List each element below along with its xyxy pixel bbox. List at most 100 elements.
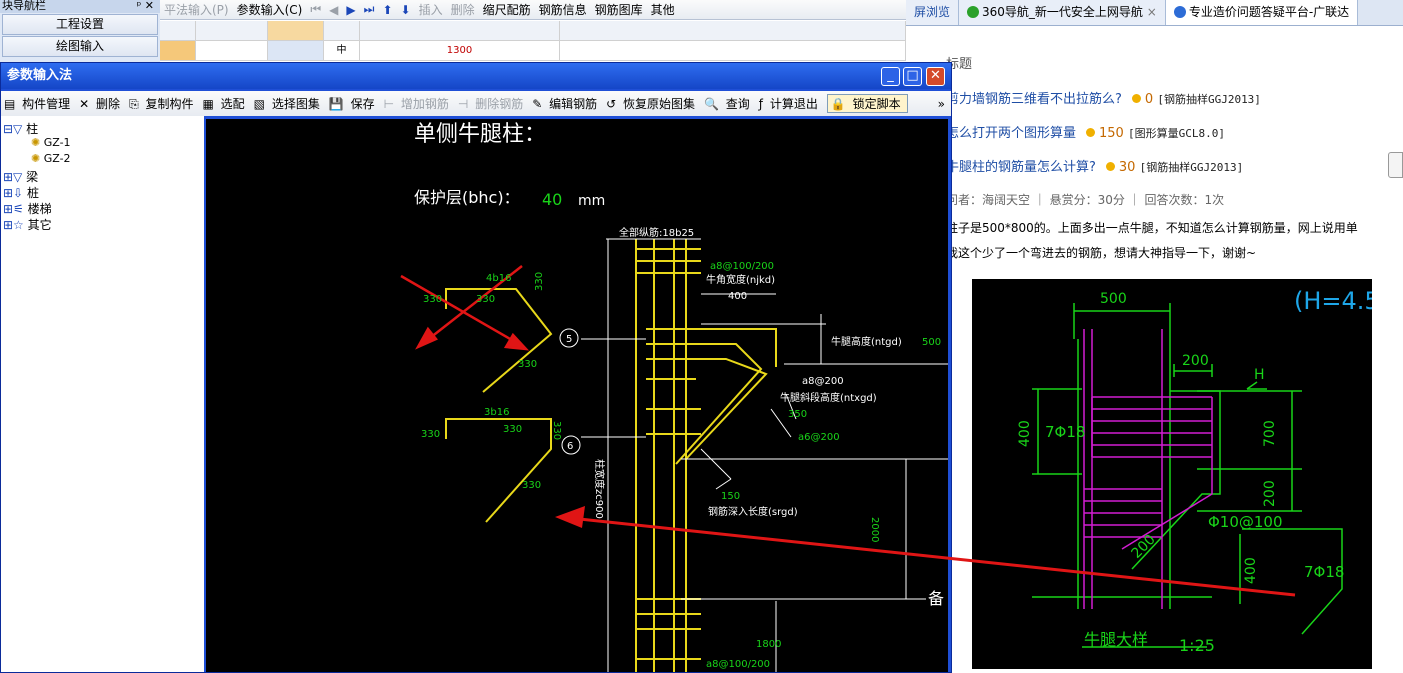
lock-script-button[interactable]: 🔒 锁定脚本 bbox=[826, 94, 908, 113]
navigation-panel: 块导航栏 ᵖ ✕ 工程设置 绘图输入 bbox=[0, 0, 160, 62]
nav-header: 块导航栏 ᵖ ✕ bbox=[0, 0, 160, 13]
calc-exit-button[interactable]: ƒ 计算退出 bbox=[759, 95, 821, 112]
dim-400: 400 bbox=[728, 291, 747, 302]
select-atlas-button[interactable]: ▧ 选择图集 bbox=[254, 95, 323, 112]
edit-rebar-button[interactable]: ✎ 编辑钢筋 bbox=[532, 95, 600, 112]
tab-screen-browse[interactable]: 屏浏览 bbox=[906, 0, 960, 25]
maximize-button[interactable]: □ bbox=[903, 67, 922, 86]
copy-component-button[interactable]: ⎘ 复制构件 bbox=[129, 95, 196, 112]
tab-glodon-qa[interactable]: 专业造价问题答疑平台-广联达 bbox=[1165, 0, 1359, 25]
anchor-value[interactable]: 150 bbox=[721, 491, 740, 502]
close-button[interactable]: ✕ bbox=[926, 67, 945, 86]
dim-400-right: 400 bbox=[1243, 557, 1259, 584]
slope-height-label: 牛腿斜段高度(ntxgd) bbox=[780, 391, 877, 404]
coin-icon bbox=[1105, 162, 1115, 171]
bar-7phi18-right: 7Φ18 bbox=[1304, 563, 1344, 581]
param-input-dialog: 参数输入法 _ □ ✕ ▤ 构件管理 ✕ 删除 ⎘ 复制构件 ▦ 选配 ▧ 选择… bbox=[0, 62, 952, 673]
nav-title: 块导航栏 bbox=[2, 0, 46, 12]
stirrup-label-1: a8@100/200 bbox=[710, 261, 774, 272]
bar6-dim-c: 330 bbox=[551, 421, 562, 440]
corbel-detail-image: 500 200 400 7Φ18 700 200 Φ10@100 200 400… bbox=[972, 279, 1372, 669]
drawing-input-button[interactable]: 绘图输入 bbox=[2, 36, 158, 57]
dim-1800: 1800 bbox=[756, 639, 781, 650]
grid-header-row bbox=[160, 21, 906, 41]
minimize-button[interactable]: _ bbox=[881, 67, 900, 86]
dialog-titlebar: 参数输入法 bbox=[1, 63, 951, 89]
tab-360-nav[interactable]: 360导航_新一代安全上网导航 × bbox=[959, 0, 1166, 25]
list-item[interactable]: 牛腿柱的钢筋量怎么计算? 30 [钢筋抽样GGJ2013] bbox=[946, 156, 1243, 175]
list-item[interactable]: 怎么打开两个图形算量 150 [图形算量GCL8.0] bbox=[946, 122, 1225, 141]
query-button[interactable]: 🔍 查询 bbox=[704, 95, 753, 112]
nav-first-icon[interactable]: ⏮ bbox=[310, 2, 321, 17]
question-meta: 问者：海阔天空 ｜ 悬赏分：30分 ｜ 回答次数：1次 bbox=[946, 193, 1225, 207]
browser-tabbar: 屏浏览 360导航_新一代安全上网导航 × 专业造价问题答疑平台-广联达 bbox=[906, 0, 1403, 26]
delete-rebar-button[interactable]: ⊣ 删除钢筋 bbox=[458, 95, 526, 112]
rebar-grid: 中 1300 bbox=[160, 21, 906, 62]
drawing-canvas: 单侧牛腿柱： 保护层(bhc)： 40 mm 全部纵筋:18b25 a8@100… bbox=[206, 119, 948, 672]
grid-cell[interactable]: 中 bbox=[324, 41, 360, 60]
move-up-icon[interactable]: ⬆ bbox=[382, 3, 392, 17]
dim-200-diag: 200 bbox=[1129, 532, 1159, 562]
component-manage-button[interactable]: ▤ 构件管理 bbox=[4, 95, 73, 112]
tree-item-pile[interactable]: ⊞⇩ 桩 bbox=[3, 184, 39, 201]
tree-item-gz2[interactable]: ✺ GZ-2 bbox=[31, 152, 71, 165]
question-desc-line2: 我这个少了一个弯进去的钢筋，想请大神指导一下，谢谢~ bbox=[946, 246, 1257, 260]
rebar-library-button[interactable]: 钢筋图库 bbox=[595, 1, 643, 18]
nav-last-icon[interactable]: ⏭ bbox=[364, 2, 375, 17]
insert-button[interactable]: 插入 bbox=[419, 1, 443, 18]
restore-atlas-button[interactable]: ↺ 恢复原始图集 bbox=[606, 95, 698, 112]
dim-200-right: 200 bbox=[1262, 480, 1278, 507]
scale-rebar-button[interactable]: 缩尺配筋 bbox=[483, 1, 531, 18]
detail-caption: 牛腿大样 bbox=[1084, 630, 1148, 649]
h-mark: H bbox=[1254, 367, 1265, 383]
select-config-button[interactable]: ▦ 选配 bbox=[203, 95, 248, 112]
note-mark: 备 bbox=[928, 589, 944, 608]
param-input-button[interactable]: 参数输入(C) bbox=[237, 1, 303, 18]
delete-button[interactable]: ✕ 删除 bbox=[79, 95, 123, 112]
close-icon[interactable]: × bbox=[1147, 5, 1157, 19]
tree-item-column[interactable]: ⊟▽ 柱 bbox=[3, 120, 38, 137]
bar6-dim-b: 330 bbox=[503, 424, 522, 435]
dim-700: 700 bbox=[1262, 420, 1278, 447]
side-button[interactable] bbox=[1388, 152, 1403, 178]
tree-item-other[interactable]: ⊞☆ 其它 bbox=[3, 216, 52, 233]
other-menu-button[interactable]: 其他 bbox=[651, 1, 675, 18]
dim-400-left: 400 bbox=[1017, 420, 1033, 447]
nav-pin-close[interactable]: ᵖ ✕ bbox=[137, 0, 154, 13]
flat-input-button[interactable]: 平法输入(P) bbox=[164, 1, 229, 18]
bar6-dim-a: 330 bbox=[421, 429, 440, 440]
question-desc-line1: 柱子是500*800的。上面多出一点牛腿，不知道怎么计算钢筋量，网上说用单 bbox=[946, 221, 1358, 235]
grid-cell[interactable]: 1300 bbox=[360, 41, 560, 60]
move-down-icon[interactable]: ⬇ bbox=[401, 3, 411, 17]
stirrup-label-2: a8@200 bbox=[802, 376, 844, 387]
rebar-info-button[interactable]: 钢筋信息 bbox=[539, 1, 587, 18]
save-button[interactable]: 💾 保存 bbox=[329, 95, 378, 112]
drawing-title: 单侧牛腿柱： bbox=[414, 122, 546, 147]
tree-item-gz1[interactable]: ✺ GZ-1 bbox=[31, 136, 71, 149]
corbel-height-value[interactable]: 500 bbox=[922, 337, 941, 348]
table-row[interactable]: 中 1300 bbox=[160, 41, 906, 61]
site-icon bbox=[1173, 6, 1186, 18]
cover-value[interactable]: 40 bbox=[542, 190, 562, 209]
dim-500: 500 bbox=[1100, 291, 1127, 307]
project-settings-button[interactable]: 工程设置 bbox=[2, 14, 158, 35]
tree-item-beam[interactable]: ⊞▽ 梁 bbox=[3, 168, 38, 185]
bar5-dim-b: 330 bbox=[476, 294, 495, 305]
globe-icon bbox=[967, 6, 980, 18]
nav-next-icon[interactable]: ▶ bbox=[346, 3, 355, 17]
cover-unit: mm bbox=[578, 193, 605, 209]
add-rebar-button[interactable]: ⊢ 增加钢筋 bbox=[384, 95, 452, 112]
list-item[interactable]: 剪力墙钢筋三维看不出拉筋么? 0 [钢筋抽样GGJ2013] bbox=[946, 88, 1261, 107]
delete-button[interactable]: 删除 bbox=[451, 1, 475, 18]
bar5-dim-c: 330 bbox=[534, 272, 545, 291]
bar6-label: 3b16 bbox=[484, 407, 509, 418]
bar6-number: 6 bbox=[567, 441, 573, 452]
bar5-dim-d: 330 bbox=[518, 359, 537, 370]
bar5-number: 5 bbox=[566, 334, 572, 345]
dialog-title: 参数输入法 bbox=[7, 68, 73, 83]
tree-item-stair[interactable]: ⊞⚟ 楼梯 bbox=[3, 200, 52, 217]
nav-prev-icon[interactable]: ◀ bbox=[329, 3, 338, 17]
toolbar-more-button[interactable]: » bbox=[938, 97, 945, 111]
slope-height-value[interactable]: 350 bbox=[788, 409, 807, 420]
component-tree: ⊟▽ 柱 ✺ GZ-1 ✺ GZ-2 ⊞▽ 梁 ⊞⇩ 桩 ⊞⚟ 楼梯 ⊞☆ 其它 bbox=[1, 116, 204, 672]
